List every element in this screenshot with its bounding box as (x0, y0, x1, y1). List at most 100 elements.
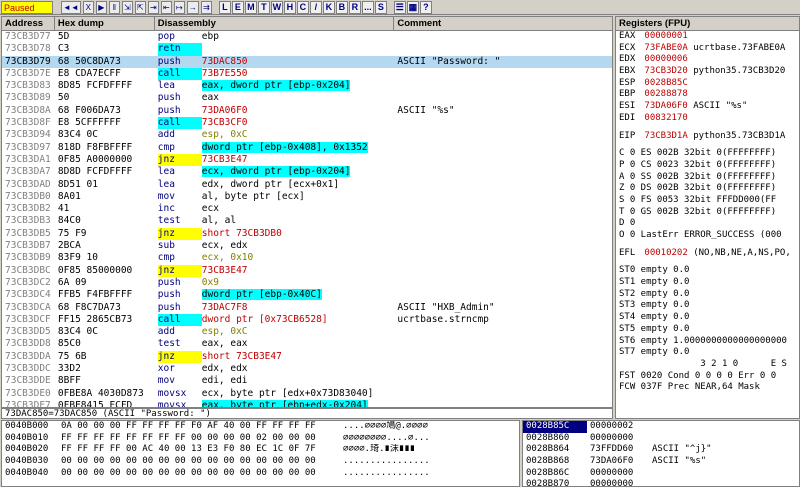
dump-row[interactable]: 0040B040 00 00 00 00 00 00 00 00 00 00 00… (2, 468, 519, 480)
fpu-register[interactable]: ST2 empty 0.0 (616, 289, 799, 301)
disasm-row[interactable]: 73CB3DDE 8BFF mov edi, edi (2, 375, 612, 387)
window-button-k[interactable]: K (322, 0, 335, 14)
flag-line[interactable]: S 0 FS 0053 32bit FFFDD000(FF (616, 195, 799, 207)
stack-row[interactable]: 0028B870 00000000 (523, 479, 799, 486)
disasm-row[interactable]: 73CB3DA1 0F85 A0000000 jnz 73CB3E47 (2, 153, 612, 167)
register-value[interactable]: 73CB3D20 (644, 66, 687, 76)
toolbar-button[interactable]: ⇤ (160, 0, 172, 14)
flag-line[interactable]: D 0 (616, 218, 799, 230)
fpu-register[interactable]: ST7 empty 0.0 (616, 347, 799, 359)
disasm-row[interactable]: 73CB3D79 68 50C8DA73 push 73DAC850 ASCII "Pa… (2, 55, 612, 68)
stack-pane[interactable]: 0028B85C 00000002 0028B860 00000000 0028B864… (522, 420, 800, 487)
register-value[interactable]: 0028B85C (644, 78, 687, 88)
flag-line[interactable]: O 0 LastErr ERROR_SUCCESS (000 (616, 230, 799, 242)
disasm-row[interactable]: 73CB3D77 5D pop ebp (2, 31, 612, 43)
toolbar-button[interactable]: ⇲ (121, 0, 133, 14)
disasm-row[interactable]: 73CB3DD8 85C0 test eax, eax (2, 338, 612, 350)
window-button-e[interactable]: E (231, 0, 244, 14)
window-button-h[interactable]: H (283, 0, 296, 14)
column-disassembly[interactable]: Disassembly (155, 17, 395, 30)
register-eip[interactable]: EIP 73CB3D1A python35.73CB3D1A (616, 131, 799, 143)
disasm-row[interactable]: 73CB3DA7 8D8D FCFDFFFF lea ecx, dword ptr [… (2, 166, 612, 178)
register-value[interactable]: 73CB3D1A (644, 131, 687, 141)
register-esi[interactable]: ESI 73DA06F0 ASCII "%s" (616, 101, 799, 113)
register-value[interactable]: 00832170 (644, 113, 687, 123)
disasm-row[interactable]: 73CB3DC2 6A 09 push 0x9 (2, 277, 612, 289)
window-button-s[interactable]: S (374, 0, 387, 14)
window-button-t[interactable]: T (257, 0, 270, 14)
fpu-register[interactable]: ST3 empty 0.0 (616, 300, 799, 312)
window-button-r[interactable]: R (348, 0, 361, 14)
register-edx[interactable]: EDX 00000006 (616, 54, 799, 66)
register-esp[interactable]: ESP 0028B85C (616, 78, 799, 90)
window-button-dots[interactable]: ... (361, 0, 374, 14)
register-value[interactable]: 00000006 (644, 54, 687, 64)
fpu-register[interactable]: ST6 empty 1.0000000000000000000 (616, 336, 799, 348)
disasm-row[interactable]: 73CB3D8F E8 5CFFFFFF call 73CB3CF0 (2, 117, 612, 130)
help-button[interactable]: ? (419, 0, 432, 14)
column-address[interactable]: Address (2, 17, 55, 30)
stack-row[interactable]: 0028B864 73FFDD60 ASCII "^j}" (523, 444, 799, 456)
toolbar-button[interactable]: → (186, 0, 199, 14)
flag-line[interactable]: P 0 CS 0023 32bit 0(FFFFFFFF) (616, 160, 799, 172)
grid-icon[interactable]: ▦ (406, 0, 419, 14)
disasm-row[interactable]: 73CB3DCF FF15 2865CB73 call dword ptr [0x73… (2, 313, 612, 327)
toolbar-button[interactable]: ▶ (95, 0, 107, 14)
register-value[interactable]: 00288878 (644, 89, 687, 99)
toolbar-button[interactable]: ↦ (173, 0, 185, 14)
disasm-row[interactable]: 73CB3D7E E8 CDA7ECFF call 73B7E550 (2, 67, 612, 81)
window-button-slash[interactable]: / (309, 0, 322, 14)
register-value[interactable]: 00000001 (644, 31, 687, 41)
disasm-row[interactable]: 73CB3DD5 83C4 0C add esp, 0xC (2, 326, 612, 338)
fpu-register[interactable]: ST1 empty 0.0 (616, 277, 799, 289)
dump-row[interactable]: 0040B000 0A 00 00 00 FF FF FF FF F0 AF 40… (2, 421, 519, 433)
dump-row[interactable]: 0040B020 FF FF FF FF 00 AC 40 00 13 E3 F0… (2, 444, 519, 456)
disasm-row[interactable]: 73CB3DCA 68 F8C7DA73 push 73DAC7F8 ASCII "HX… (2, 302, 612, 314)
disasm-row[interactable]: 73CB3D89 50 push eax (2, 92, 612, 104)
disasm-row[interactable]: 73CB3DE7 0FBE8415 FCFD movsx eax, byte ptr … (2, 399, 612, 407)
dump-row[interactable]: 0040B030 00 00 00 00 00 00 00 00 00 00 00… (2, 456, 519, 468)
dump-row[interactable]: 0040B010 FF FF FF FF FF FF FF FF 00 00 00… (2, 433, 519, 445)
register-value[interactable]: 73DA06F0 (644, 101, 687, 111)
toolbar-button[interactable]: ⇱ (134, 0, 146, 14)
window-button-m[interactable]: M (244, 0, 257, 14)
register-value[interactable]: 73FABE0A (644, 43, 687, 53)
disasm-row[interactable]: 73CB3D8A 68 F006DA73 push 73DA06F0 ASCII "%s… (2, 105, 612, 117)
register-efl[interactable]: EFL 00010202 (NO,NB,NE,A,NS,PO, (616, 248, 799, 260)
disasm-row[interactable]: 73CB3D94 83C4 0C add esp, 0xC (2, 129, 612, 141)
register-ebp[interactable]: EBP 00288878 (616, 89, 799, 101)
toolbar-button[interactable]: ◄◄ (61, 0, 81, 14)
disasm-row[interactable]: 73CB3DBC 0F85 85000000 jnz 73CB3E47 (2, 264, 612, 277)
disasm-row[interactable]: 73CB3DB7 2BCA sub ecx, edx (2, 240, 612, 252)
disasm-row[interactable]: 73CB3DC4 FFB5 F4FBFFFF push dword ptr [ebp-… (2, 289, 612, 301)
fpu-register[interactable]: ST5 empty 0.0 (616, 324, 799, 336)
register-ecx[interactable]: ECX 73FABE0A ucrtbase.73FABE0A (616, 43, 799, 55)
stack-row[interactable]: 0028B868 73DA06F0 ASCII "%s" (523, 456, 799, 468)
window-button-b[interactable]: B (335, 0, 348, 14)
flag-line[interactable]: Z 0 DS 002B 32bit 0(FFFFFFFF) (616, 183, 799, 195)
toolbar-button[interactable]: ⇉ (200, 0, 212, 14)
disasm-row[interactable]: 73CB3DDA 75 6B jnz short 73CB3E47 (2, 350, 612, 364)
stack-row[interactable]: 0028B860 00000000 (523, 433, 799, 445)
toolbar-button[interactable]: ‖ (108, 0, 120, 14)
disasm-row[interactable]: 73CB3D83 8D85 FCFDFFFF lea eax, dword ptr [… (2, 80, 612, 92)
disasm-row[interactable]: 73CB3DE0 0FBE8A 4030D873 movsx ecx, byte pt… (2, 388, 612, 400)
window-button-c[interactable]: C (296, 0, 309, 14)
disasm-row[interactable]: 73CB3D78 C3 retn (2, 43, 612, 56)
disasm-row[interactable]: 73CB3DAD 8D51 01 lea edx, dword ptr [ecx+0x… (2, 179, 612, 191)
flag-line[interactable]: T 0 GS 002B 32bit 0(FFFFFFFF) (616, 207, 799, 219)
disasm-row[interactable]: 73CB3DB3 84C0 test al, al (2, 215, 612, 227)
flag-line[interactable]: C 0 ES 002B 32bit 0(FFFFFFFF) (616, 148, 799, 160)
disasm-row[interactable]: 73CB3DDC 33D2 xor edx, edx (2, 363, 612, 375)
column-hex-dump[interactable]: Hex dump (55, 17, 155, 30)
fpu-register[interactable]: ST4 empty 0.0 (616, 312, 799, 324)
stack-row[interactable]: 0028B86C 00000000 (523, 468, 799, 480)
register-value[interactable]: 00010202 (644, 248, 687, 258)
column-comment[interactable]: Comment (394, 17, 612, 30)
memory-dump-pane[interactable]: 0040B000 0A 00 00 00 FF FF FF FF F0 AF 40… (1, 420, 520, 487)
disasm-row[interactable]: 73CB3DB5 75 F9 jnz short 73CB3DB0 (2, 227, 612, 241)
register-eax[interactable]: EAX 00000001 (616, 31, 799, 43)
register-ebx[interactable]: EBX 73CB3D20 python35.73CB3D20 (616, 66, 799, 78)
disasm-row[interactable]: 73CB3D97 818D F8FBFFFF cmp dword ptr [ebp-0… (2, 141, 612, 154)
disasm-row[interactable]: 73CB3DB0 8A01 mov al, byte ptr [ecx] (2, 191, 612, 203)
